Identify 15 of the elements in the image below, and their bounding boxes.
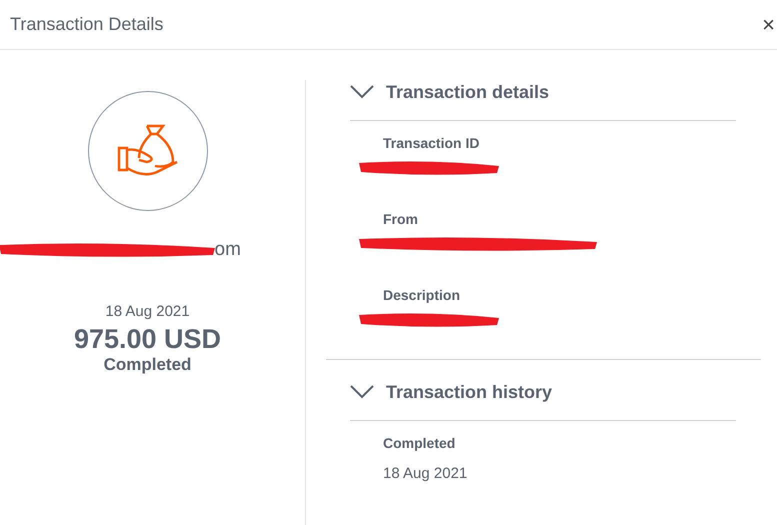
field-label: Description: [383, 287, 462, 303]
field-label: From: [383, 211, 419, 227]
window-title: Transaction Details: [10, 14, 164, 35]
date-text: 18 Aug 2021: [105, 303, 190, 320]
field-label: Completed: [383, 435, 456, 451]
amount-text: 975.00 USD: [74, 324, 222, 355]
email-text: om: [214, 239, 241, 261]
field-label: Transaction ID: [383, 135, 480, 151]
close-button[interactable]: ×: [760, 14, 777, 36]
section-header[interactable]: Transaction details: [326, 80, 550, 104]
section-header[interactable]: Transaction history: [326, 380, 552, 404]
chevron-icon: [350, 385, 374, 399]
chevron-icon: [350, 85, 374, 99]
field-value: 18 Aug 2021: [383, 465, 468, 482]
status-text: Completed: [104, 355, 192, 375]
